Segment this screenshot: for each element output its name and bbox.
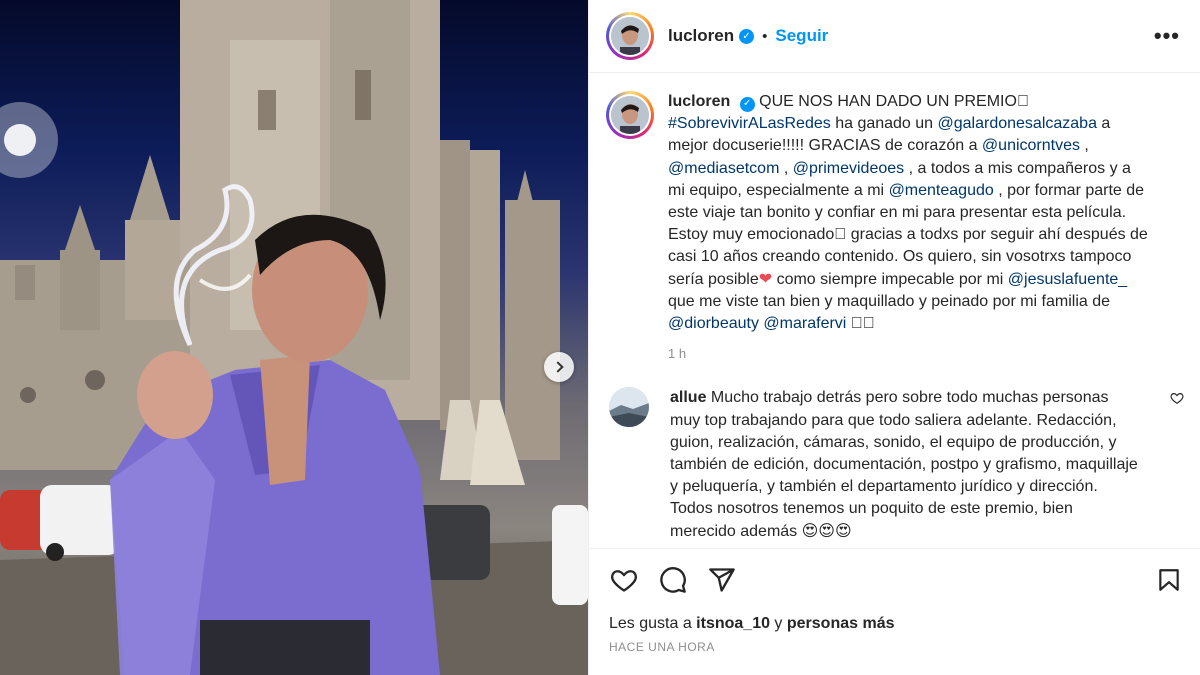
post-actions-bar: [589, 548, 1200, 610]
caption-text: ,: [1079, 137, 1089, 155]
mention-menteagudo[interactable]: @menteagudo: [889, 182, 994, 199]
post-caption: lucloren ✓ QUE NOS HAN DADO UN PREMIO⃞ #…: [606, 91, 1184, 365]
caption-username[interactable]: lucloren: [668, 93, 730, 110]
caption-body: lucloren ✓ QUE NOS HAN DADO UN PREMIO⃞ #…: [668, 91, 1148, 365]
heart-emoji: ❤: [758, 270, 773, 288]
likes-others-link[interactable]: personas más: [787, 615, 895, 632]
caption-text: que me viste tan bien y maquillado y pei…: [668, 292, 1111, 310]
caption-timestamp[interactable]: 1 h: [668, 343, 1148, 365]
more-options-icon[interactable]: •••: [1150, 23, 1184, 49]
likes-summary: Les gusta a itsnoa_10 y personas más: [609, 615, 894, 633]
post-photo[interactable]: [0, 0, 588, 675]
mention-galardonesalcazaba[interactable]: @galardonesalcazaba: [938, 115, 1097, 132]
comments-section[interactable]: lucloren ✓ QUE NOS HAN DADO UN PREMIO⃞ #…: [589, 74, 1200, 548]
caption-verified-icon: ✓: [739, 96, 755, 112]
caption-author-avatar[interactable]: [606, 91, 654, 139]
mention-unicorntves[interactable]: @unicorntves: [982, 137, 1080, 154]
verified-icon: ✓: [739, 28, 755, 44]
commenter-avatar[interactable]: [609, 387, 649, 428]
mention-diorbeauty[interactable]: @diorbeauty: [668, 315, 759, 332]
caption-text: ha ganado un: [830, 115, 938, 133]
comment-emojis: 😍😍😍: [797, 522, 852, 540]
chevron-right-icon: [551, 361, 564, 373]
commenter-username[interactable]: allue: [670, 389, 706, 406]
likes-prefix: Les gusta a: [609, 615, 697, 632]
caption-text: ,: [779, 159, 793, 177]
comment-text: Mucho trabajo detrás pero sobre todo muc…: [670, 389, 1138, 540]
bookmark-icon[interactable]: [1154, 565, 1184, 595]
comment-body: allue Mucho trabajo detrás pero sobre to…: [670, 387, 1140, 542]
mention-jesuslafuente[interactable]: @jesuslafuente_: [1008, 271, 1127, 288]
separator-dot: •: [762, 27, 768, 45]
post-time[interactable]: HACE UNA HORA: [609, 640, 715, 654]
comment-like-icon[interactable]: [1170, 391, 1184, 409]
share-icon[interactable]: [707, 565, 737, 595]
liker-username[interactable]: itsnoa_10: [696, 615, 770, 632]
carousel-next-button[interactable]: [544, 352, 574, 382]
mention-primevideoes[interactable]: @primevideoes: [793, 160, 904, 177]
heart-icon[interactable]: [609, 565, 639, 595]
post-header: lucloren ✓ • Seguir •••: [589, 0, 1200, 73]
photo-illustration: [0, 0, 588, 675]
mention-marafervi[interactable]: @marafervi: [763, 315, 846, 332]
follow-button[interactable]: Seguir: [775, 26, 828, 46]
hashtag-link[interactable]: #SobrevivirALasRedes: [668, 115, 831, 132]
author-avatar[interactable]: [606, 12, 654, 60]
post-side-panel: lucloren ✓ • Seguir ••• lucloren ✓ QUE N…: [588, 0, 1200, 675]
caption-text: como siempre impecable por mi: [772, 270, 1008, 288]
comment-item: allue Mucho trabajo detrás pero sobre to…: [606, 387, 1184, 542]
mention-mediasetcom[interactable]: @mediasetcom: [668, 160, 779, 177]
likes-mid: y: [769, 615, 787, 632]
caption-tofu: ⃞⃞: [846, 315, 875, 333]
caption-title: QUE NOS HAN DADO UN PREMIO: [759, 93, 1029, 110]
comment-icon[interactable]: [658, 565, 688, 595]
author-username[interactable]: lucloren: [668, 26, 734, 46]
